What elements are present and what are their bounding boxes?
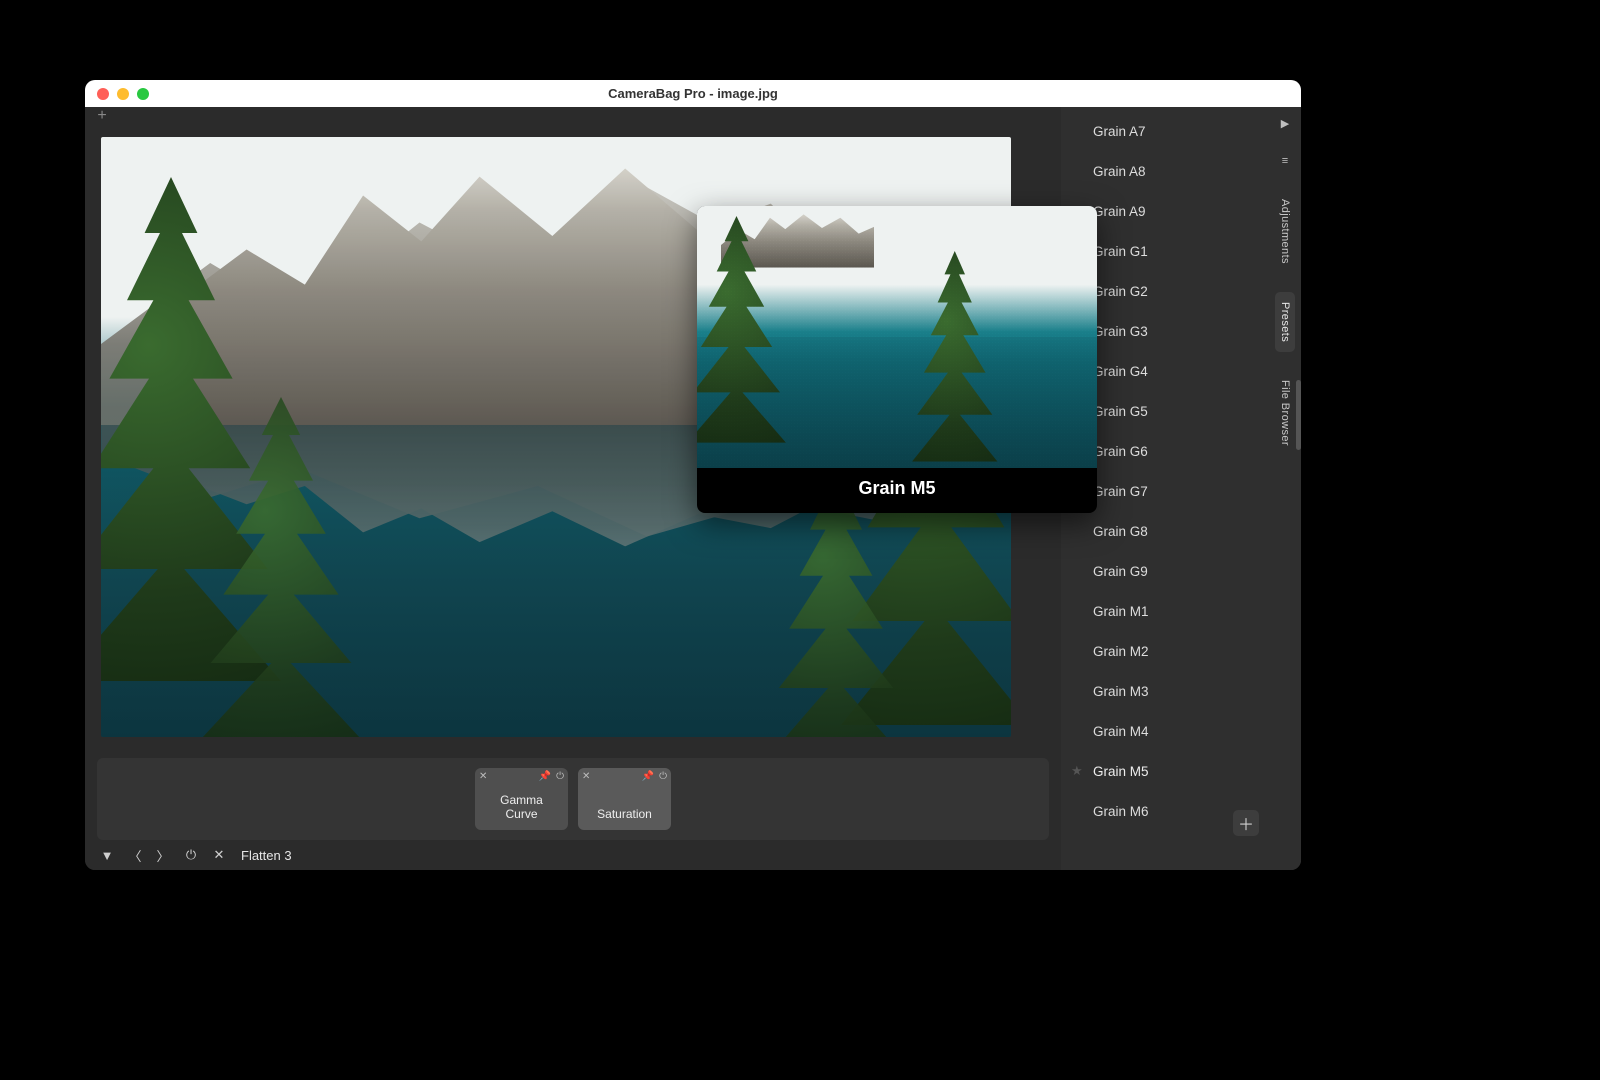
- preset-item-label: Grain G3: [1093, 324, 1148, 339]
- preset-preview-image: [697, 206, 1097, 468]
- rail-scroll-indicator: [1296, 380, 1301, 450]
- preset-item-label: Grain M2: [1093, 644, 1149, 659]
- tile-close-icon[interactable]: ✕: [479, 771, 487, 782]
- prev-icon[interactable]: 〈: [127, 846, 143, 865]
- preset-item-label: Grain M6: [1093, 804, 1149, 819]
- preset-item-label: Grain M3: [1093, 684, 1149, 699]
- editor-area: +: [85, 107, 1061, 870]
- preset-item-label: Grain G7: [1093, 484, 1148, 499]
- window-controls: [97, 88, 149, 100]
- dropdown-icon[interactable]: ▼: [99, 848, 115, 863]
- adjustments-tray: ✕ 📌 ⏻ GammaCurve ✕ 📌: [97, 758, 1049, 840]
- preset-item-label: Grain G1: [1093, 244, 1148, 259]
- power-icon[interactable]: ⏻: [659, 771, 667, 782]
- new-tab-button[interactable]: +: [93, 109, 111, 127]
- preset-item-label: Grain G6: [1093, 444, 1148, 459]
- preset-item-label: Grain G9: [1093, 564, 1148, 579]
- titlebar: CameraBag Pro - image.jpg: [85, 80, 1301, 107]
- preset-item[interactable]: Grain M5: [1061, 751, 1269, 791]
- next-icon[interactable]: 〉: [155, 846, 171, 865]
- window-close-button[interactable]: [97, 88, 109, 100]
- preset-preview-title: Grain M5: [697, 468, 1097, 511]
- preset-item-label: Grain A7: [1093, 124, 1146, 139]
- preset-item[interactable]: Grain G8: [1061, 511, 1269, 551]
- close-icon[interactable]: ✕: [211, 847, 227, 863]
- menu-icon[interactable]: ≡: [1275, 151, 1295, 171]
- footer-bar: ▼ 〈 〉 ⏻ ✕ Flatten 3: [85, 840, 1061, 870]
- preset-item-label: Grain A9: [1093, 204, 1146, 219]
- preset-item[interactable]: Grain M4: [1061, 711, 1269, 751]
- preset-item-label: Grain G4: [1093, 364, 1148, 379]
- preset-item[interactable]: Grain M3: [1061, 671, 1269, 711]
- app-window: CameraBag Pro - image.jpg +: [85, 80, 1301, 870]
- preset-preview-popover: Grain M5: [697, 206, 1097, 513]
- preset-item-label: Grain G2: [1093, 284, 1148, 299]
- preset-item-label: Grain M1: [1093, 604, 1149, 619]
- adjustment-tile-label: Saturation: [597, 808, 652, 822]
- adjustment-tile-label: GammaCurve: [500, 794, 543, 822]
- rail-tab-presets[interactable]: Presets: [1275, 292, 1295, 352]
- power-icon[interactable]: ⏻: [556, 771, 564, 782]
- pin-icon[interactable]: 📌: [539, 771, 551, 782]
- play-icon[interactable]: ▶: [1275, 113, 1295, 133]
- power-icon[interactable]: ⏻: [183, 847, 199, 863]
- preset-item-label: Grain G8: [1093, 524, 1148, 539]
- preset-item[interactable]: Grain G9: [1061, 551, 1269, 591]
- preset-item-label: Grain A8: [1093, 164, 1146, 179]
- adjustment-tile-saturation[interactable]: ✕ 📌 ⏻ Saturation: [578, 768, 671, 830]
- rail-tab-file-browser[interactable]: File Browser: [1275, 370, 1295, 456]
- preset-item[interactable]: Grain A7: [1061, 111, 1269, 151]
- side-rail: ▶ ≡ Adjustments Presets File Browser: [1269, 107, 1301, 870]
- footer-label: Flatten 3: [241, 848, 292, 863]
- preset-item[interactable]: Grain A8: [1061, 151, 1269, 191]
- tile-close-icon[interactable]: ✕: [582, 771, 590, 782]
- preset-item-label: Grain M5: [1093, 764, 1149, 779]
- preset-item[interactable]: Grain M2: [1061, 631, 1269, 671]
- add-preset-button[interactable]: ＋: [1233, 810, 1259, 836]
- window-minimize-button[interactable]: [117, 88, 129, 100]
- window-title: CameraBag Pro - image.jpg: [85, 86, 1301, 101]
- adjustment-tile-gamma-curve[interactable]: ✕ 📌 ⏻ GammaCurve: [475, 768, 568, 830]
- preset-item-label: Grain M4: [1093, 724, 1149, 739]
- document-tabstrip: +: [85, 107, 1061, 129]
- preset-item[interactable]: Grain M1: [1061, 591, 1269, 631]
- pin-icon[interactable]: 📌: [642, 771, 654, 782]
- rail-tab-adjustments[interactable]: Adjustments: [1275, 189, 1295, 274]
- preset-item-label: Grain G5: [1093, 404, 1148, 419]
- window-zoom-button[interactable]: [137, 88, 149, 100]
